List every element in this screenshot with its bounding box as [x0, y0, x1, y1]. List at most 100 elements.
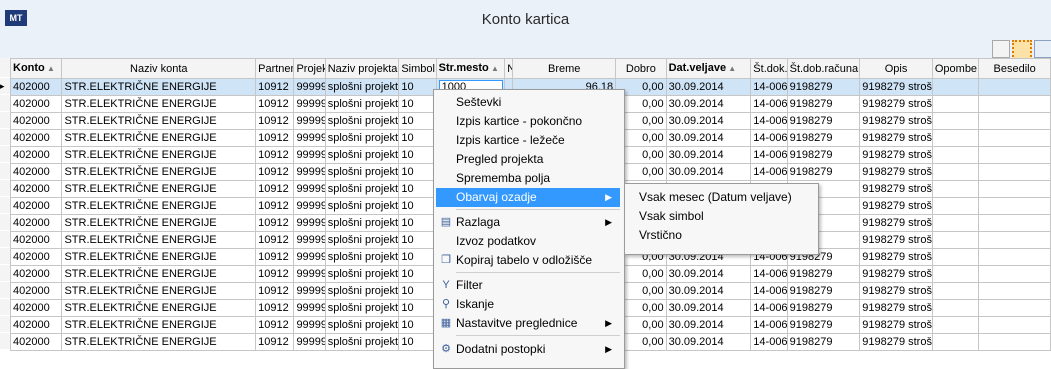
table-cell[interactable]: 9198279 [786, 163, 861, 181]
table-cell[interactable]: 10 [398, 163, 437, 181]
table-cell[interactable] [978, 197, 1051, 215]
table-cell[interactable] [978, 163, 1051, 181]
table-cell[interactable]: splošni projekt [324, 95, 400, 113]
table-cell[interactable] [931, 78, 980, 96]
column-header-0[interactable]: Konto ▲ [9, 58, 63, 79]
column-header-12[interactable]: Št.dob.računa [786, 58, 861, 79]
table-cell[interactable]: 10 [398, 197, 437, 215]
table-cell[interactable]: 14-0068 [750, 299, 788, 317]
column-header-6[interactable]: Str.mesto ▲ [435, 58, 506, 79]
table-cell[interactable] [978, 282, 1051, 300]
table-cell[interactable]: 10912 [255, 163, 295, 181]
table-cell[interactable]: 10 [398, 316, 437, 334]
table-cell[interactable]: 9198279 strošek e [859, 231, 933, 249]
row-marker[interactable]: ▸ [0, 78, 11, 94]
table-cell[interactable] [931, 180, 980, 198]
table-cell[interactable]: STR.ELEKTRIČNE ENERGIJE [61, 231, 257, 249]
table-cell[interactable]: 9198279 [786, 265, 861, 283]
table-cell[interactable]: 30.09.2014 [665, 78, 752, 96]
table-cell[interactable]: 9198279 [786, 112, 861, 130]
row-marker[interactable] [0, 316, 11, 332]
table-cell[interactable]: STR.ELEKTRIČNE ENERGIJE [61, 248, 257, 266]
table-cell[interactable] [978, 146, 1051, 164]
table-cell[interactable]: 10912 [255, 299, 295, 317]
table-cell[interactable]: 402000 [9, 282, 63, 300]
table-cell[interactable]: 9198279 [786, 146, 861, 164]
column-header-5[interactable]: Simbol [398, 58, 437, 79]
row-marker[interactable] [0, 180, 11, 196]
table-cell[interactable]: 10912 [255, 333, 295, 351]
table-cell[interactable]: splošni projekt [324, 299, 400, 317]
menu-item-filter[interactable]: Y Filter [436, 276, 620, 295]
table-cell[interactable]: 14-0068 [750, 265, 788, 283]
table-cell[interactable]: 99999 [293, 265, 326, 283]
menu-item-izpis-kartice-le-e-e[interactable]: Izpis kartice - ležeče [436, 131, 620, 150]
row-marker[interactable] [0, 282, 11, 298]
table-cell[interactable] [978, 214, 1051, 232]
table-cell[interactable]: 30.09.2014 [665, 129, 752, 147]
table-cell[interactable] [931, 248, 980, 266]
row-marker[interactable] [0, 197, 11, 213]
table-cell[interactable]: 402000 [9, 231, 63, 249]
table-cell[interactable]: 10 [398, 265, 437, 283]
table-cell[interactable] [931, 163, 980, 181]
table-cell[interactable] [978, 333, 1051, 351]
table-cell[interactable]: 99999 [293, 163, 326, 181]
table-cell[interactable]: 9198279 strošek elel [859, 299, 933, 317]
table-cell[interactable]: 10912 [255, 316, 295, 334]
menu-item-pregled-projekta[interactable]: Pregled projekta [436, 150, 620, 169]
table-cell[interactable]: 14-0068 [750, 316, 788, 334]
table-cell[interactable]: 402000 [9, 163, 63, 181]
table-cell[interactable]: 9198279 strošek elel [859, 248, 933, 266]
table-cell[interactable] [978, 129, 1051, 147]
table-cell[interactable] [931, 282, 980, 300]
table-cell[interactable]: 10912 [255, 112, 295, 130]
row-marker[interactable] [0, 265, 11, 281]
table-cell[interactable]: STR.ELEKTRIČNE ENERGIJE [61, 180, 257, 198]
table-cell[interactable]: 10 [398, 248, 437, 266]
table-cell[interactable]: 99999 [293, 112, 326, 130]
row-marker[interactable] [0, 299, 11, 315]
column-header-14[interactable]: Opombe [931, 58, 980, 79]
table-cell[interactable]: 402000 [9, 112, 63, 130]
menu-item-izvoz-podatkov[interactable]: Izvoz podatkov [436, 232, 620, 251]
table-cell[interactable] [931, 214, 980, 232]
column-header-13[interactable]: Opis [859, 58, 933, 79]
column-header-10[interactable]: Dat.veljave ▲ [665, 58, 752, 79]
table-cell[interactable]: 9198279 strošek elel [859, 78, 933, 96]
table-cell[interactable]: 10912 [255, 265, 295, 283]
table-cell[interactable]: splošni projekt [324, 146, 400, 164]
table-cell[interactable]: splošni projekt [324, 112, 400, 130]
table-cell[interactable]: 10912 [255, 214, 295, 232]
table-cell[interactable]: 9198279 strošek e [859, 180, 933, 198]
table-cell[interactable]: 30.09.2014 [665, 146, 752, 164]
menu-item-izpis-kartice-pokon-no[interactable]: Izpis kartice - pokončno [436, 112, 620, 131]
document-icon[interactable] [992, 40, 1010, 58]
table-cell[interactable]: splošni projekt [324, 282, 400, 300]
table-cell[interactable]: STR.ELEKTRIČNE ENERGIJE [61, 95, 257, 113]
table-cell[interactable]: 10912 [255, 95, 295, 113]
table-cell[interactable]: 14-0068 [750, 78, 788, 96]
table-cell[interactable] [931, 197, 980, 215]
table-cell[interactable]: 10912 [255, 197, 295, 215]
table-cell[interactable]: STR.ELEKTRIČNE ENERGIJE [61, 282, 257, 300]
table-cell[interactable]: 9198279 strošek elel [859, 316, 933, 334]
table-cell[interactable]: 10912 [255, 146, 295, 164]
menu-item-nastavitve-preglednice[interactable]: ▦ Nastavitve preglednice ▶ [436, 314, 620, 333]
column-header-11[interactable]: Št.dok. [750, 58, 788, 79]
table-cell[interactable]: 99999 [293, 231, 326, 249]
table-cell[interactable]: 99999 [293, 146, 326, 164]
table-cell[interactable]: 9198279 strošek elel [859, 112, 933, 130]
table-cell[interactable] [931, 112, 980, 130]
table-cell[interactable]: 10 [398, 146, 437, 164]
submenu-item-1[interactable]: Vsak simbol [627, 207, 807, 226]
table-cell[interactable] [978, 180, 1051, 198]
table-cell[interactable]: 14-0068 [750, 146, 788, 164]
row-marker[interactable] [0, 248, 11, 264]
table-cell[interactable]: 9198279 strošek e [859, 197, 933, 215]
table-cell[interactable]: 402000 [9, 265, 63, 283]
table-cell[interactable]: 14-0068 [750, 333, 788, 351]
table-cell[interactable]: 99999 [293, 299, 326, 317]
row-marker[interactable] [0, 112, 11, 128]
table-cell[interactable]: STR.ELEKTRIČNE ENERGIJE [61, 197, 257, 215]
